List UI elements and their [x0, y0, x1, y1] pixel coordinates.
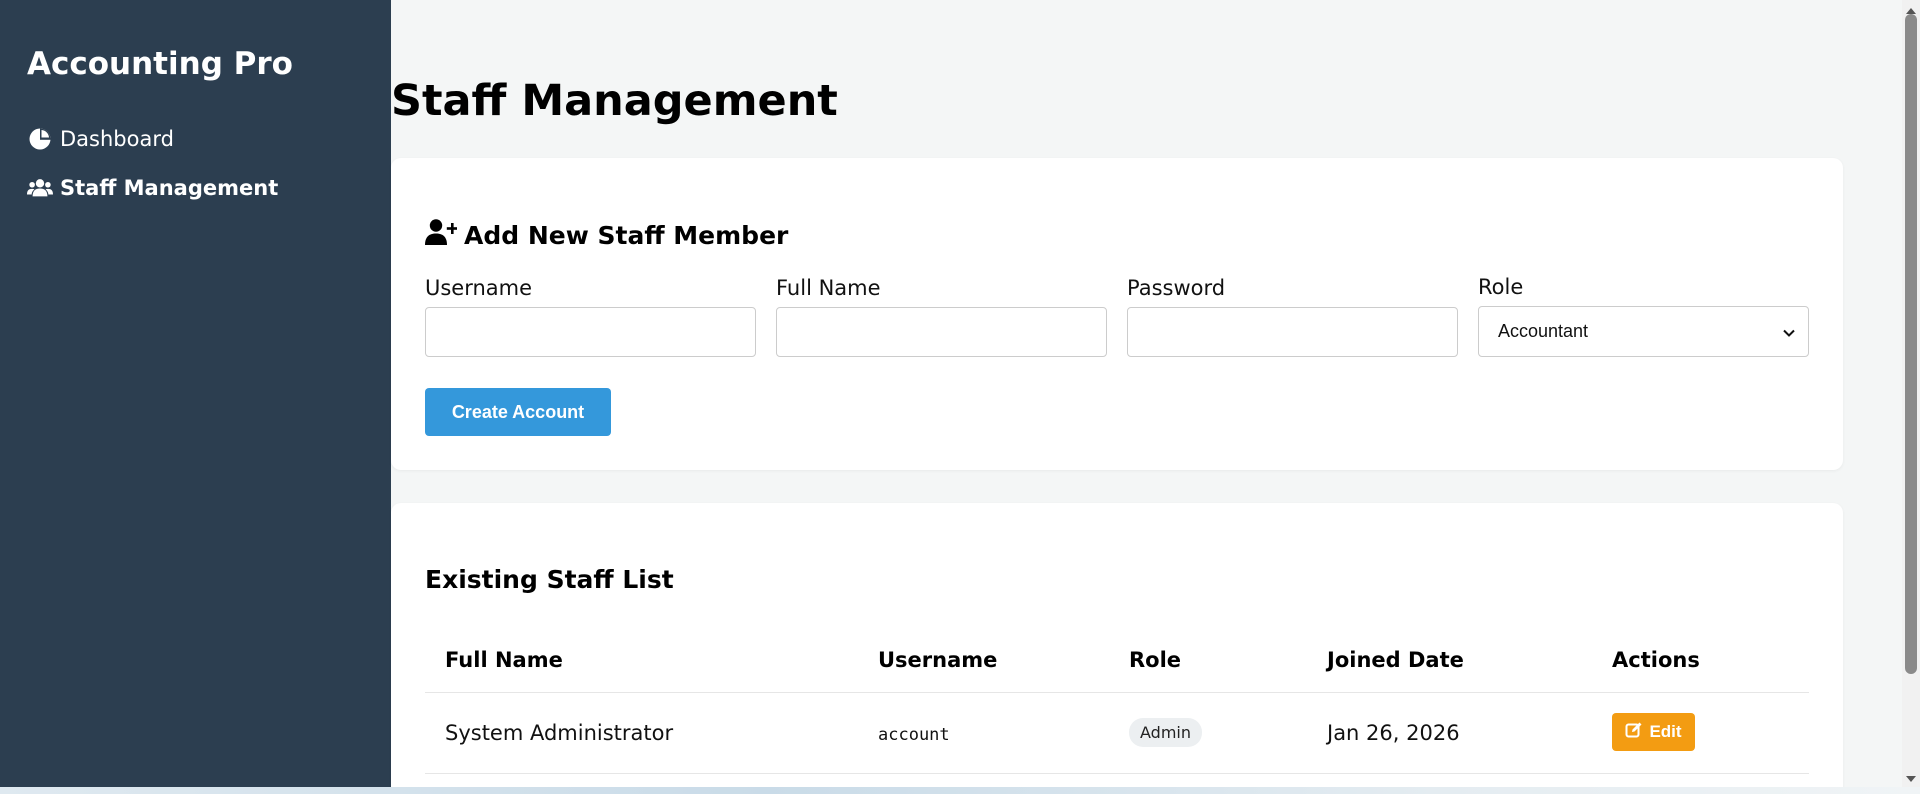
- role-label: Role: [1478, 275, 1524, 299]
- window-bottom-edge: [0, 787, 1920, 794]
- role-select-value: Accountant: [1498, 321, 1589, 341]
- app-root: Accounting Pro Dashboard Staff Managemen…: [0, 0, 1920, 794]
- user-plus-icon: [425, 218, 458, 252]
- column-header-username: Username: [878, 648, 998, 672]
- staff-table: Full Name Username Role Joined Date Acti…: [425, 630, 1809, 774]
- column-header-role: Role: [1129, 648, 1182, 672]
- username-label: Username: [425, 276, 533, 300]
- cell-full-name: System Administrator: [445, 721, 674, 745]
- vertical-scrollbar[interactable]: [1902, 0, 1920, 787]
- sidebar-item-label: Dashboard: [60, 127, 174, 151]
- edit-button-label: Edit: [1649, 722, 1682, 741]
- column-header-actions: Actions: [1612, 648, 1700, 672]
- password-label: Password: [1127, 276, 1226, 300]
- column-header-full-name: Full Name: [445, 648, 563, 672]
- password-field: Password: [1127, 276, 1458, 357]
- chevron-down-icon: [1782, 325, 1796, 344]
- add-staff-card: Add New Staff Member Username Full Name …: [391, 158, 1843, 470]
- scrollbar-thumb[interactable]: [1905, 14, 1917, 674]
- chart-pie-icon: [27, 126, 53, 152]
- full-name-field: Full Name: [776, 276, 1107, 357]
- table-header: Full Name Username Role Joined Date Acti…: [425, 630, 1809, 693]
- sidebar-item-dashboard[interactable]: Dashboard: [27, 126, 174, 152]
- column-header-joined-date: Joined Date: [1327, 648, 1464, 672]
- role-select[interactable]: Accountant: [1478, 306, 1809, 357]
- role-field: Role Accountant: [1478, 275, 1809, 357]
- users-icon: [27, 175, 53, 201]
- add-staff-heading-text: Add New Staff Member: [464, 220, 789, 250]
- scroll-down-arrow-icon[interactable]: [1906, 768, 1916, 787]
- role-badge: Admin: [1129, 718, 1202, 747]
- table-row: System Administrator account Admin Jan 2…: [425, 693, 1809, 774]
- staff-list-heading: Existing Staff List: [425, 565, 674, 594]
- full-name-input[interactable]: [776, 307, 1107, 357]
- create-account-button[interactable]: Create Account: [425, 388, 611, 436]
- full-name-label: Full Name: [776, 276, 881, 300]
- staff-list-card: Existing Staff List Full Name Username R…: [391, 503, 1843, 794]
- brand-title: Accounting Pro: [27, 46, 293, 82]
- cell-joined-date: Jan 26, 2026: [1327, 721, 1460, 745]
- edit-icon: [1625, 721, 1643, 744]
- password-input[interactable]: [1127, 307, 1458, 357]
- username-field: Username: [425, 276, 756, 357]
- page-title: Staff Management: [391, 76, 838, 126]
- sidebar-item-staff-management[interactable]: Staff Management: [27, 175, 278, 201]
- edit-button[interactable]: Edit: [1612, 713, 1695, 751]
- add-staff-heading: Add New Staff Member: [425, 218, 788, 252]
- sidebar-item-label: Staff Management: [60, 176, 279, 200]
- sidebar: Accounting Pro Dashboard Staff Managemen…: [0, 0, 391, 787]
- username-input[interactable]: [425, 307, 756, 357]
- cell-username: account: [878, 725, 950, 745]
